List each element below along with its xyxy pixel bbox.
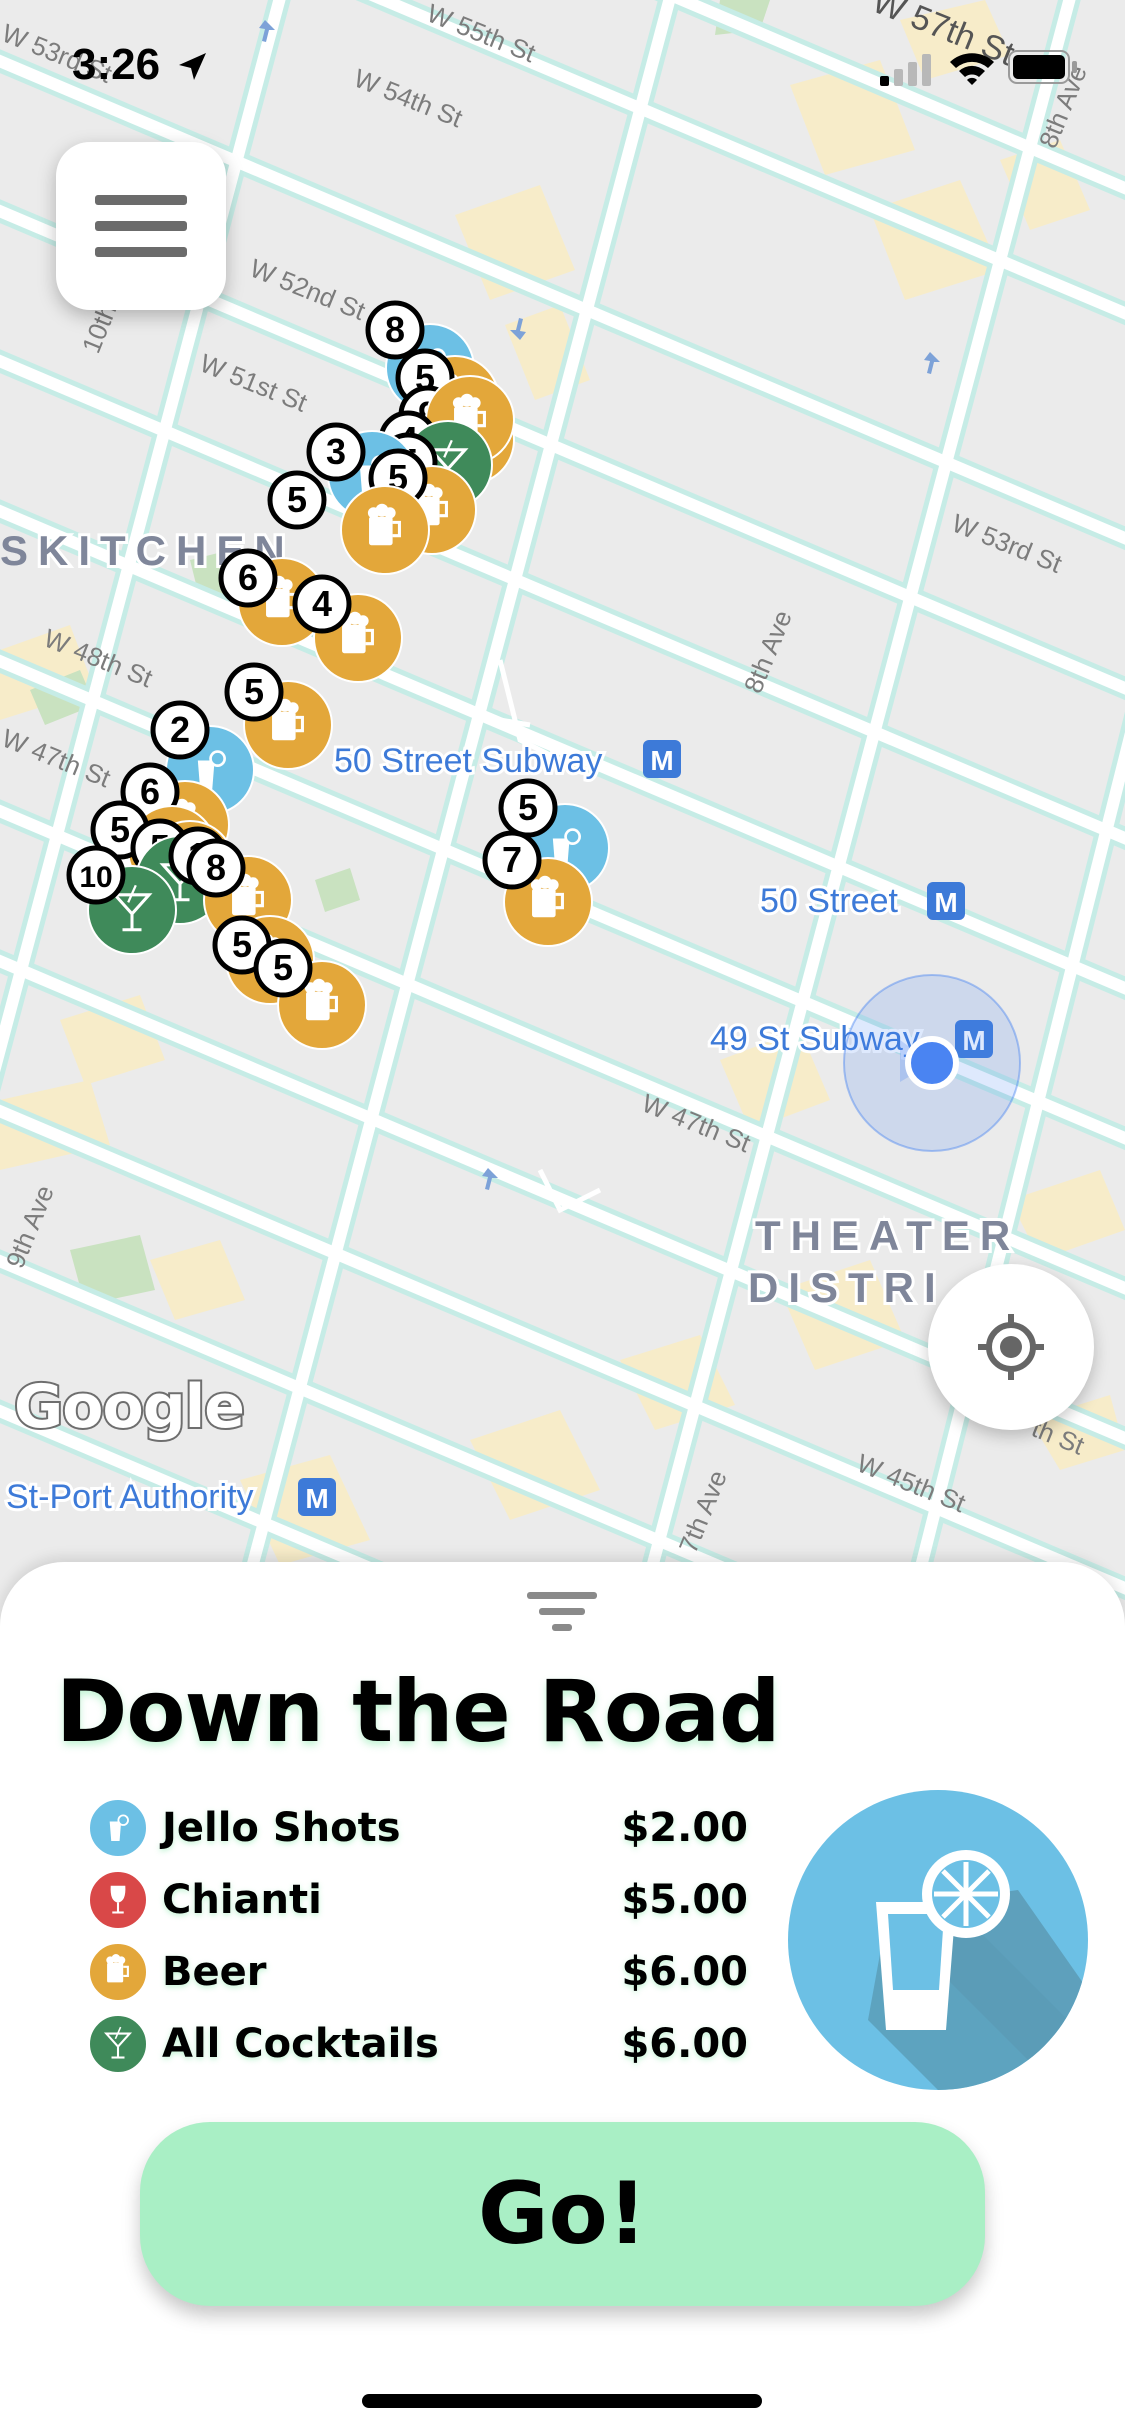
bar-name-title: Down the Road	[56, 1662, 781, 1762]
cellular-signal-icon	[880, 54, 931, 86]
google-attribution-logo[interactable]: Google	[12, 1370, 247, 1444]
pin-count-badge: 10	[66, 845, 126, 905]
featured-jello-shot-icon	[788, 1790, 1088, 2090]
drink-price: $6.00	[621, 1949, 748, 1995]
recenter-location-button[interactable]	[928, 1264, 1094, 1430]
pin-count: 5	[110, 809, 130, 850]
hamburger-icon	[95, 195, 187, 205]
metro-icon: M	[298, 1478, 336, 1516]
status-bar: 3:26	[0, 0, 1125, 140]
pin-count-badge: 2	[150, 700, 210, 760]
wine-glass-icon	[88, 1870, 148, 1930]
wine-glass-icon	[88, 1870, 148, 1930]
pin-count: 5	[232, 924, 252, 965]
beer-mug-icon	[88, 1942, 148, 2002]
metro-badge-label: M	[934, 887, 957, 918]
pin-count: 8	[206, 847, 226, 888]
list-item[interactable]: Chianti $5.00	[88, 1864, 748, 1936]
home-indicator[interactable]	[362, 2394, 762, 2408]
transit-label: St-Port Authority	[6, 1478, 254, 1516]
drink-name: All Cocktails	[162, 2021, 439, 2067]
beer-mug-icon	[88, 1942, 148, 2002]
transit-label: 50 Street	[760, 882, 899, 920]
cocktail-icon	[88, 2014, 148, 2074]
drink-price: $2.00	[621, 1805, 748, 1851]
pin-count: 6	[238, 557, 258, 598]
pin-count-badge: 3	[306, 422, 366, 482]
filter-icon[interactable]	[527, 1584, 597, 1644]
cocktail-icon	[88, 2014, 148, 2074]
location-arrow-icon	[179, 53, 206, 80]
pin-count: 5	[287, 479, 307, 520]
area-label-fragment: S	[0, 527, 28, 574]
pin-count-badge: 8	[186, 838, 246, 898]
pin-count: 3	[326, 431, 346, 472]
go-button[interactable]: Go!	[140, 2122, 985, 2306]
pin-count: 2	[170, 709, 190, 750]
pin-count: 10	[79, 861, 112, 894]
drink-name: Beer	[162, 1949, 267, 1995]
status-time: 3:26	[72, 40, 161, 89]
metro-badge-label: M	[305, 1483, 328, 1514]
metro-icon: M	[927, 882, 965, 920]
pin-count-badge: 5	[253, 938, 313, 998]
bar-detail-sheet[interactable]: Down the Road Jello Shots $2.00 Chianti …	[0, 1562, 1125, 2436]
list-item[interactable]: Beer $6.00	[88, 1936, 748, 2008]
user-location-marker	[843, 974, 1021, 1152]
pin-count: 7	[502, 839, 522, 880]
crosshair-icon	[978, 1314, 1044, 1380]
drink-name: Chianti	[162, 1877, 322, 1923]
list-item[interactable]: Jello Shots $2.00	[88, 1792, 748, 1864]
pin-count-badge: 6	[218, 548, 278, 608]
drink-price: $6.00	[621, 2021, 748, 2067]
wifi-icon	[950, 53, 994, 85]
jello-shot-icon	[88, 1798, 148, 1858]
drink-name: Jello Shots	[162, 1805, 401, 1851]
pin-count: 4	[312, 583, 332, 624]
pin-count: 5	[518, 787, 538, 828]
pin-count-badge: 5	[224, 662, 284, 722]
pin-count: 8	[385, 309, 405, 350]
menu-button[interactable]	[56, 142, 226, 310]
metro-badge-label: M	[650, 745, 673, 776]
pin-count: 6	[140, 771, 160, 812]
list-item[interactable]: All Cocktails $6.00	[88, 2008, 748, 2080]
area-label-district: DISTRI	[748, 1264, 946, 1311]
area-label-theater: THEATER	[755, 1212, 1020, 1259]
jello-shot-icon	[88, 1798, 148, 1858]
pin-count-badge: 8	[365, 300, 425, 360]
metro-icon: M	[643, 740, 681, 778]
pin-count-badge: 5	[498, 778, 558, 838]
pin-count: 5	[273, 947, 293, 988]
drink-price: $5.00	[621, 1877, 748, 1923]
pin-count-badge: 5	[267, 470, 327, 530]
drink-specials-list: Jello Shots $2.00 Chianti $5.00 Beer $6.…	[88, 1792, 748, 2080]
pin-count-badge: 4	[292, 574, 352, 634]
transit-label: 50 Street Subway	[334, 742, 602, 780]
battery-icon	[1008, 50, 1077, 84]
pin-count: 5	[244, 671, 264, 712]
pin-count-badge: 7	[482, 830, 542, 890]
